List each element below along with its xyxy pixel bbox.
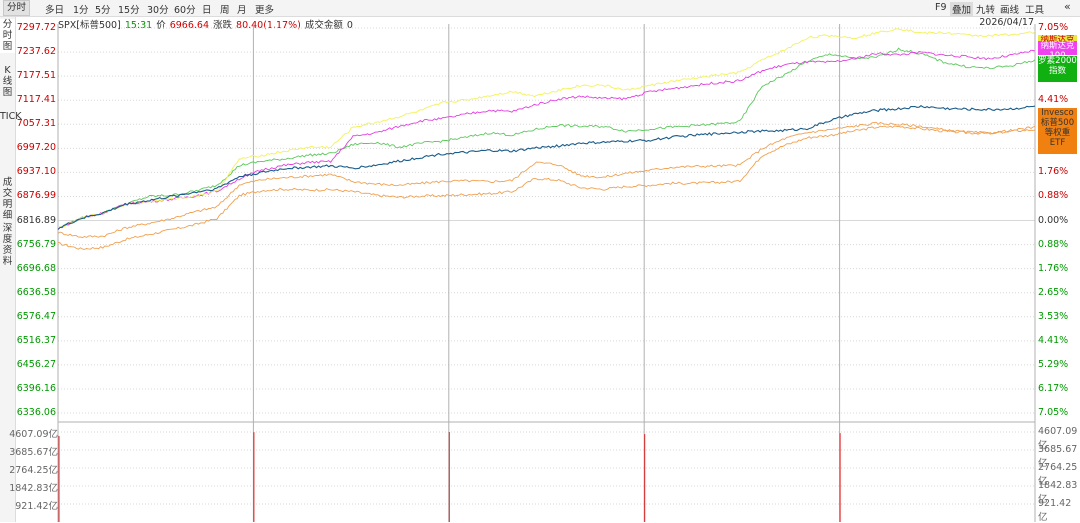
y-tick-label-left: 6937.10 xyxy=(16,166,56,178)
y-tick-label-left: 6576.47 xyxy=(16,310,56,322)
volume-tick-label-left: 921.42亿 xyxy=(15,501,58,512)
y-tick-label-left: 6876.99 xyxy=(16,190,56,202)
y-tick-label-right: 1.76% xyxy=(1038,166,1069,178)
y-tick-label-left: 7297.72 xyxy=(16,22,56,33)
y-tick-label-left: 7057.31 xyxy=(16,118,56,130)
volume-tick-label-left: 2764.25亿 xyxy=(9,465,58,476)
y-tick-label-right: 2.65% xyxy=(1038,286,1069,298)
y-tick-label-left: 6756.79 xyxy=(16,238,56,250)
series-line-dow xyxy=(57,49,1036,229)
y-tick-label-right: 4.41% xyxy=(1038,334,1069,346)
y-tick-label-right: 7.05% xyxy=(1038,407,1069,418)
series-line-spx xyxy=(57,105,1036,230)
y-tick-label-left: 6336.06 xyxy=(16,407,56,418)
y-tick-label-left: 6516.37 xyxy=(16,334,56,346)
legend-tag-russell2000[interactable]: 罗素2000指数 xyxy=(1038,56,1077,82)
volume-tick-label-left: 4607.09亿 xyxy=(9,429,58,440)
y-tick-label-right: 0.88% xyxy=(1038,238,1069,250)
y-tick-label-left: 6816.89 xyxy=(16,214,56,226)
y-tick-label-left: 7237.62 xyxy=(16,46,56,58)
y-tick-label-right: 1.76% xyxy=(1038,262,1069,274)
y-tick-label-left: 6456.27 xyxy=(16,358,56,370)
volume-tick-label-left: 3685.67亿 xyxy=(9,447,58,458)
y-tick-label-left: 7177.51 xyxy=(16,70,56,82)
y-tick-label-right: 0.00% xyxy=(1038,214,1069,226)
y-tick-label-left: 6636.58 xyxy=(16,286,56,298)
y-tick-label-right: 4.41% xyxy=(1038,94,1069,106)
y-tick-label-right: 6.17% xyxy=(1038,382,1069,394)
y-tick-label-left: 6396.16 xyxy=(16,382,56,394)
y-tick-label-left: 7117.41 xyxy=(16,94,56,106)
series-line-russell xyxy=(57,47,1036,230)
y-tick-label-right: 0.88% xyxy=(1038,190,1069,202)
legend-tag-rsp[interactable]: Invesco标普500等权重ETF xyxy=(1038,108,1077,154)
y-tick-label-left: 6997.20 xyxy=(16,142,56,154)
volume-tick-label-left: 1842.83亿 xyxy=(9,483,58,494)
legend-tag-nasdaq100-magenta[interactable]: 纳斯达克100 xyxy=(1038,41,1077,55)
y-tick-label-right: 5.29% xyxy=(1038,358,1069,370)
y-tick-label-right: 3.53% xyxy=(1038,310,1069,322)
series-line-nasdaq xyxy=(57,28,1036,229)
intraday-overlay-chart[interactable] xyxy=(0,0,1080,522)
y-tick-label-right: 7.05% xyxy=(1038,22,1069,33)
y-tick-label-left: 6696.68 xyxy=(16,262,56,274)
volume-tick-label-right: 921.42亿 xyxy=(1038,498,1072,523)
